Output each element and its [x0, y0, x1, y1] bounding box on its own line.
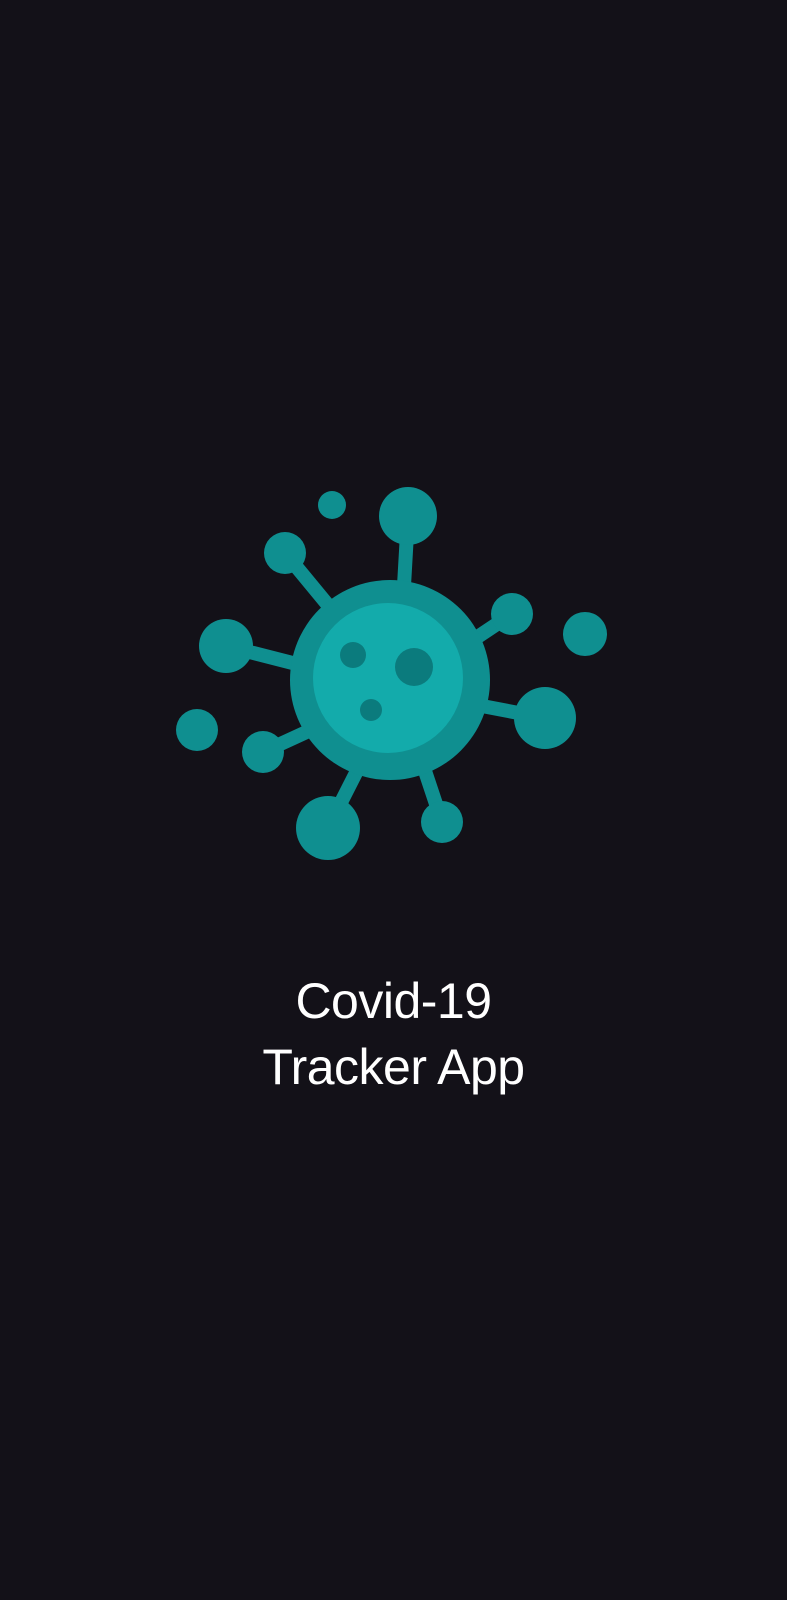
- app-title-line-2: Tracker App: [262, 1039, 525, 1095]
- app-title: Covid-19 Tracker App: [0, 968, 787, 1100]
- splash-screen: Covid-19 Tracker App: [0, 0, 787, 1600]
- app-title-line-1: Covid-19: [295, 973, 492, 1029]
- virus-icon: [170, 485, 630, 885]
